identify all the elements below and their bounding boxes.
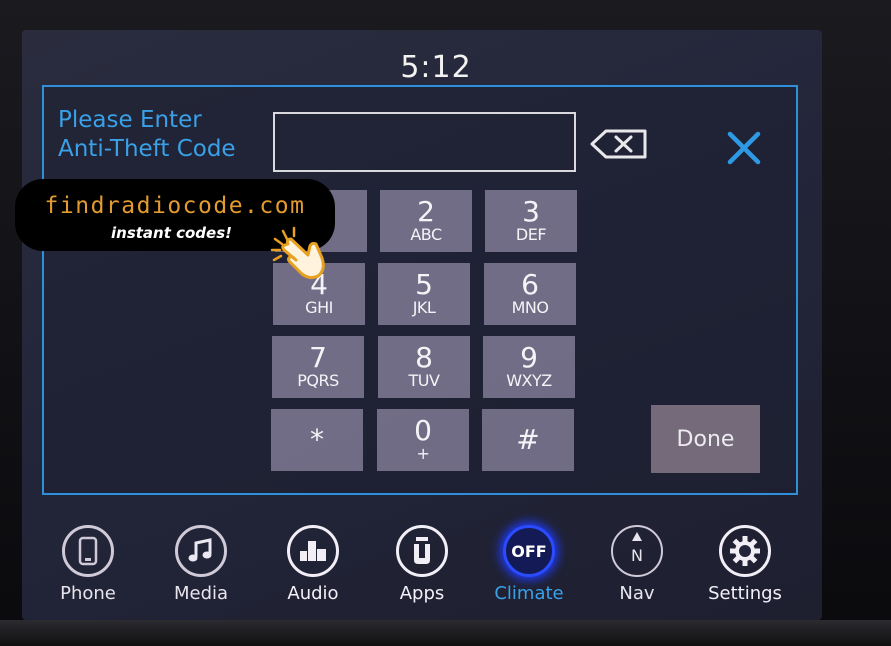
close-button[interactable] bbox=[724, 128, 764, 168]
gear-icon bbox=[730, 536, 760, 566]
keypad-key-8[interactable]: 8 TUV bbox=[378, 336, 470, 398]
keypad-key-9[interactable]: 9 WXYZ bbox=[483, 336, 575, 398]
keypad-key-star[interactable]: * bbox=[271, 409, 363, 471]
keypad-key-6[interactable]: 6 MNO bbox=[484, 263, 576, 325]
nav-item-nav[interactable]: N Nav bbox=[592, 525, 682, 604]
keypad-key-hash[interactable]: # bbox=[482, 409, 574, 471]
promo-url[interactable]: findradiocode.com bbox=[15, 193, 335, 219]
prompt-line-2: Anti-Theft Code bbox=[58, 136, 236, 162]
backspace-icon bbox=[590, 129, 647, 159]
compass-icon: N bbox=[611, 525, 663, 577]
nav-item-audio[interactable]: Audio bbox=[268, 525, 358, 604]
keypad-key-0[interactable]: 0 + bbox=[377, 409, 469, 471]
climate-off-icon: OFF bbox=[503, 525, 555, 577]
anti-theft-code-input[interactable] bbox=[273, 112, 576, 172]
music-note-icon bbox=[188, 538, 212, 562]
clock: 5:12 bbox=[400, 50, 472, 85]
nav-item-settings[interactable]: Settings bbox=[700, 525, 790, 604]
keypad-key-2[interactable]: 2 ABC bbox=[380, 190, 472, 252]
promo-tagline: instant codes! bbox=[111, 224, 232, 242]
phone-icon bbox=[78, 536, 98, 566]
apps-icon bbox=[414, 537, 430, 564]
keypad-key-5[interactable]: 5 JKL bbox=[378, 263, 470, 325]
bottom-nav-bar: Phone Media Audio Apps OFF Climate N Nav… bbox=[40, 525, 800, 615]
keypad-key-7[interactable]: 7 PQRS bbox=[272, 336, 364, 398]
close-icon bbox=[727, 131, 761, 165]
backspace-button[interactable] bbox=[590, 128, 648, 160]
nav-item-apps[interactable]: Apps bbox=[377, 525, 467, 604]
nav-item-climate[interactable]: OFF Climate bbox=[484, 525, 574, 604]
north-arrow-icon bbox=[632, 532, 642, 541]
equalizer-icon bbox=[300, 541, 326, 561]
nav-item-media[interactable]: Media bbox=[156, 525, 246, 604]
prompt-line-1: Please Enter bbox=[58, 107, 202, 133]
done-button[interactable]: Done bbox=[651, 405, 760, 473]
nav-item-phone[interactable]: Phone bbox=[43, 525, 133, 604]
dialog-prompt: Please Enter Anti-Theft Code bbox=[58, 106, 236, 164]
keypad-key-3[interactable]: 3 DEF bbox=[485, 190, 577, 252]
pointing-hand-icon bbox=[270, 226, 325, 280]
dashboard-trim bbox=[0, 620, 891, 646]
